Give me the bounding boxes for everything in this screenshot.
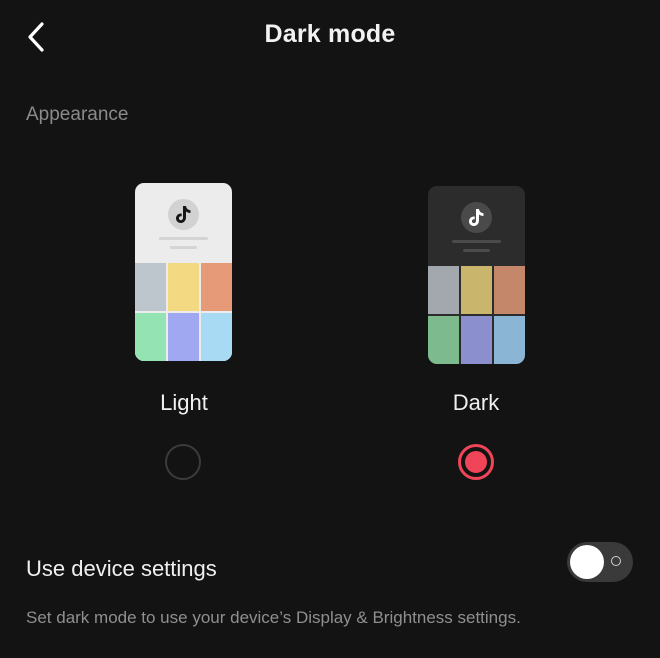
- dark-preview-grid: [428, 266, 525, 364]
- preview-text-line: [452, 240, 501, 243]
- use-device-settings-description: Set dark mode to use your device’s Displ…: [26, 608, 521, 627]
- preview-tile: [428, 266, 459, 314]
- preview-tile: [201, 263, 232, 311]
- preview-text-line: [463, 249, 490, 252]
- preview-tile: [135, 263, 166, 311]
- preview-tile: [201, 313, 232, 361]
- preview-tile: [494, 316, 525, 364]
- preview-tile: [428, 316, 459, 364]
- use-device-settings-toggle[interactable]: [567, 542, 633, 582]
- light-mode-label[interactable]: Light: [114, 390, 254, 416]
- dark-mode-preview[interactable]: [428, 186, 525, 364]
- dark-mode-label[interactable]: Dark: [406, 390, 546, 416]
- light-mode-radio[interactable]: [165, 444, 201, 480]
- preview-text-line: [170, 246, 197, 249]
- light-preview-grid: [135, 263, 232, 361]
- app-logo-avatar: [168, 199, 199, 230]
- toggle-off-indicator-icon: [611, 556, 621, 566]
- app-logo-avatar: [461, 202, 492, 233]
- preview-tile: [494, 266, 525, 314]
- use-device-settings-label: Use device settings: [26, 556, 217, 581]
- preview-tile: [461, 316, 492, 364]
- toggle-knob: [570, 545, 604, 579]
- preview-tile: [135, 313, 166, 361]
- preview-tile: [168, 263, 199, 311]
- preview-tile: [168, 313, 199, 361]
- tiktok-note-icon: [469, 209, 484, 226]
- preview-text-line: [159, 237, 208, 240]
- preview-tile: [461, 266, 492, 314]
- appearance-section-label: Appearance: [26, 104, 129, 125]
- tiktok-note-icon: [176, 206, 191, 223]
- light-mode-preview[interactable]: [135, 183, 232, 361]
- page-title: Dark mode: [264, 20, 396, 48]
- dark-mode-radio[interactable]: [458, 444, 494, 480]
- radio-selected-dot: [465, 451, 487, 473]
